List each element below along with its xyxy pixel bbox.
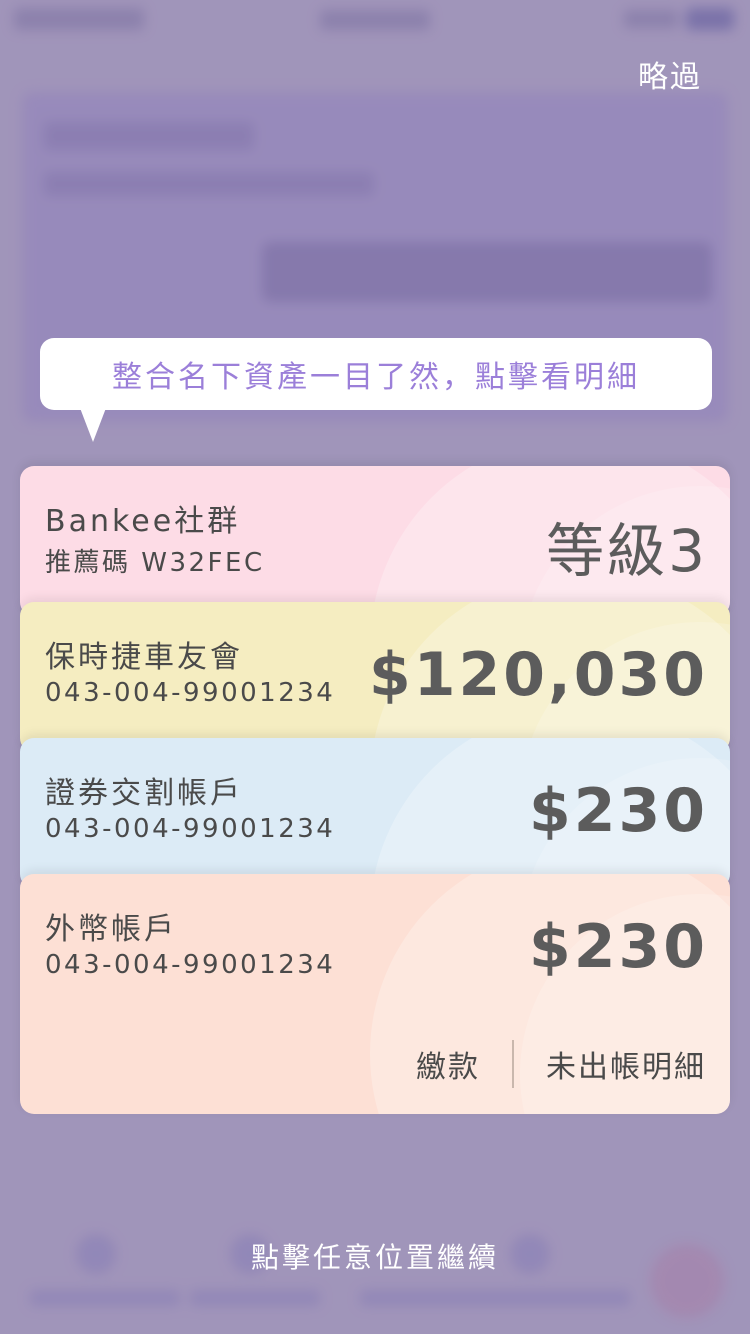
card-balance: $120,030 — [368, 640, 708, 710]
card-balance: $230 — [529, 776, 708, 846]
account-number: 043-004-99001234 — [45, 814, 336, 844]
account-card-stack: Bankee社群 推薦碼 W32FEC 等級3 保時捷車友會 043-004-9… — [20, 466, 730, 1114]
account-number: 043-004-99001234 — [45, 950, 336, 980]
tooltip-pointer — [80, 408, 106, 442]
card-name: 保時捷車友會 — [45, 640, 243, 675]
referral-code: 推薦碼 W32FEC — [45, 548, 265, 578]
community-card[interactable]: Bankee社群 推薦碼 W32FEC 等級3 — [20, 466, 730, 616]
account-number: 043-004-99001234 — [45, 678, 336, 708]
foreign-currency-account-card[interactable]: 外幣帳戶 043-004-99001234 $230 繳款 未出帳明細 — [20, 874, 730, 1114]
tooltip-text: 整合名下資產一目了然，點擊看明細 — [112, 360, 640, 395]
club-account-card[interactable]: 保時捷車友會 043-004-99001234 $120,030 — [20, 602, 730, 752]
card-actions: 繳款 未出帳明細 — [416, 1040, 706, 1088]
tooltip-bubble: 整合名下資產一目了然，點擊看明細 — [40, 338, 712, 410]
unbilled-details-button[interactable]: 未出帳明細 — [546, 1042, 706, 1086]
card-name: 外幣帳戶 — [45, 912, 177, 947]
skip-button[interactable]: 略過 — [638, 52, 702, 96]
card-name: Bankee社群 — [45, 504, 241, 539]
card-name: 證券交割帳戶 — [45, 776, 243, 811]
continue-hint: 點擊任意位置繼續 — [250, 1241, 499, 1274]
action-divider — [512, 1040, 514, 1088]
pay-button[interactable]: 繳款 — [416, 1042, 480, 1086]
card-level: 等級3 — [546, 517, 708, 585]
card-balance: $230 — [529, 912, 708, 982]
securities-account-card[interactable]: 證券交割帳戶 043-004-99001234 $230 — [20, 738, 730, 888]
